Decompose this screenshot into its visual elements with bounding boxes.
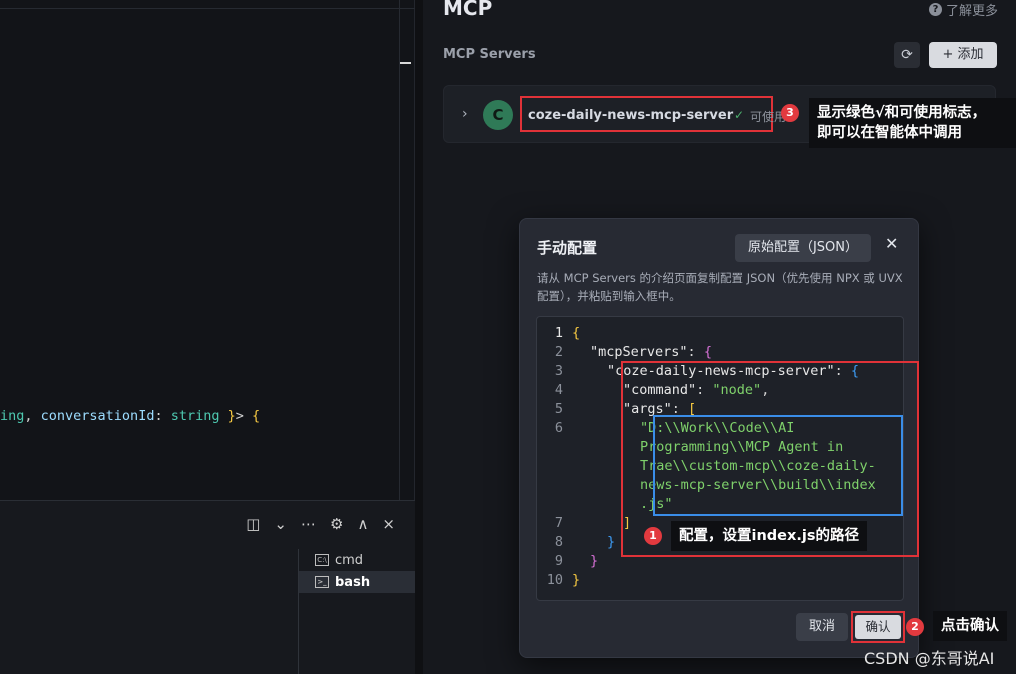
terminal-toolbar: ◫ ⌄ ⋯ ⚙ ∧ × xyxy=(246,515,395,533)
learn-more-link[interactable]: ? 了解更多 xyxy=(928,0,998,19)
annotation-callout-2: 点击确认 xyxy=(933,611,1007,641)
terminal-item-cmd[interactable]: C:\ cmd xyxy=(299,549,415,571)
cancel-button[interactable]: 取消 xyxy=(796,613,848,641)
code-line: } xyxy=(607,534,616,550)
code-line: "mcpServers": { xyxy=(590,344,712,360)
code-line: ing, conversationId: string }> { xyxy=(0,408,260,424)
servers-section-label: MCP Servers xyxy=(443,47,536,62)
chevron-down-icon[interactable]: ⌄ xyxy=(274,515,287,533)
close-icon[interactable]: ✕ xyxy=(885,234,898,253)
watermark: CSDN @东哥说AI xyxy=(864,649,995,668)
code-line: } xyxy=(572,572,581,588)
line-number: 8 xyxy=(554,534,563,550)
code-token: } xyxy=(219,408,236,424)
learn-more-label: 了解更多 xyxy=(945,4,998,19)
refresh-button[interactable]: ⟳ xyxy=(894,42,920,68)
annotation-callout-3: 显示绿色√和可使用标志， 即可以在智能体中调用 xyxy=(809,98,1016,148)
manual-config-dialog: 手动配置 原始配置（JSON） ✕ 请从 MCP Servers 的介绍页面复制… xyxy=(519,218,919,658)
dialog-description: 请从 MCP Servers 的介绍页面复制配置 JSON（优先使用 NPX 或… xyxy=(537,271,903,303)
annotation-badge-1: 1 xyxy=(644,527,662,545)
code-line: { xyxy=(572,325,581,341)
line-number: 2 xyxy=(554,344,563,360)
code-token: , xyxy=(24,408,41,424)
panel-divider[interactable] xyxy=(415,0,423,674)
line-number: 7 xyxy=(554,515,563,531)
collapse-icon[interactable]: ∧ xyxy=(357,515,368,533)
line-number: 1 xyxy=(554,325,563,341)
minimap-marker xyxy=(400,62,411,64)
code-token: ing xyxy=(0,408,25,424)
page-title: MCP xyxy=(443,0,493,20)
help-icon: ? xyxy=(928,3,942,16)
terminal-item-label: bash xyxy=(335,574,371,590)
annotation-badge-2: 2 xyxy=(906,618,924,636)
server-avatar: C xyxy=(483,100,513,130)
callout-line: 显示绿色√和可使用标志， xyxy=(817,105,987,121)
server-name: coze-daily-news-mcp-server xyxy=(528,108,734,123)
chevron-right-icon[interactable]: › xyxy=(462,106,468,122)
editor-scrollbar[interactable] xyxy=(399,0,400,500)
annotation-callout-1: 配置，设置index.js的路径 xyxy=(671,521,867,551)
terminal-item-bash[interactable]: >_ bash xyxy=(299,571,415,593)
editor-divider xyxy=(0,8,415,9)
check-icon: ✓ xyxy=(734,108,745,122)
raw-config-button[interactable]: 原始配置（JSON） xyxy=(735,234,871,262)
line-number: 10 xyxy=(546,572,563,588)
line-number: 5 xyxy=(554,401,563,417)
close-icon[interactable]: × xyxy=(382,515,395,533)
line-number: 6 xyxy=(554,420,563,436)
split-terminal-icon[interactable]: ◫ xyxy=(246,515,260,533)
terminal-item-label: cmd xyxy=(335,552,364,568)
code-token: string xyxy=(170,408,220,424)
code-editor-pane[interactable]: ing, conversationId: string }> { xyxy=(0,0,415,500)
more-icon[interactable]: ⋯ xyxy=(301,515,316,533)
terminal-list: C:\ cmd >_ bash xyxy=(298,549,415,674)
code-token: { xyxy=(252,408,261,424)
confirm-button[interactable]: 确认 xyxy=(855,615,901,639)
code-line: } xyxy=(590,553,599,569)
callout-line: 即可以在智能体中调用 xyxy=(817,125,962,141)
code-token: : xyxy=(154,408,171,424)
json-input[interactable]: 1 2 3 4 5 6 7 8 9 10 { "mcpServers": { "… xyxy=(536,316,919,601)
settings-icon[interactable]: ⚙ xyxy=(330,515,343,533)
dialog-title: 手动配置 xyxy=(537,239,598,257)
line-number: 3 xyxy=(554,363,563,379)
line-number: 9 xyxy=(554,553,563,569)
highlight-box-path xyxy=(653,415,903,516)
add-server-button[interactable]: + 添加 xyxy=(929,42,997,68)
bash-icon: >_ xyxy=(315,576,329,588)
cmd-icon: C:\ xyxy=(315,554,329,566)
annotation-badge-3: 3 xyxy=(781,104,799,122)
line-number: 4 xyxy=(554,382,563,398)
code-token: > xyxy=(235,408,253,424)
code-token: conversationId xyxy=(40,408,155,424)
terminal-panel[interactable]: ◫ ⌄ ⋯ ⚙ ∧ × C:\ cmd >_ bash xyxy=(0,500,415,674)
